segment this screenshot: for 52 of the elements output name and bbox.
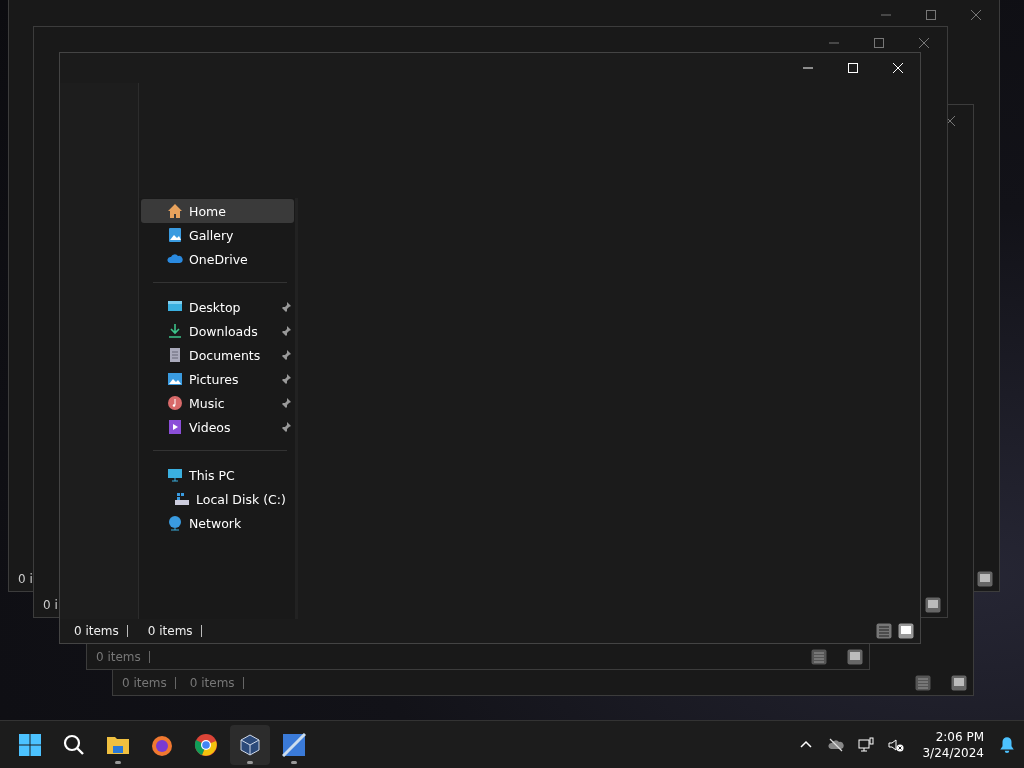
status-text: 0 items	[122, 677, 176, 689]
tiles-view-icon[interactable]	[977, 571, 993, 587]
details-view-icon[interactable]	[876, 623, 892, 639]
pc-icon	[167, 467, 183, 483]
status-text: 0 items	[96, 651, 150, 663]
cloud-off-icon[interactable]	[828, 736, 845, 753]
status-text: 0 items	[189, 677, 244, 689]
nav-item[interactable]: OneDrive	[141, 247, 294, 271]
gallery-icon	[167, 227, 183, 243]
pin-icon	[281, 350, 291, 360]
download-icon	[167, 323, 183, 339]
disk-icon	[174, 491, 190, 507]
nav-item[interactable]: Gallery	[141, 223, 294, 247]
details-view-icon[interactable]	[811, 649, 827, 665]
nav-item[interactable]: Network	[141, 511, 294, 535]
pics-icon	[167, 371, 183, 387]
nav-item[interactable]: Music	[141, 391, 294, 415]
video-icon	[167, 419, 183, 435]
nav-item[interactable]: Pictures	[141, 367, 294, 391]
pin-icon	[281, 302, 291, 312]
clock[interactable]: 2:06 PM 3/24/2024	[918, 728, 988, 761]
music-icon	[167, 395, 183, 411]
muted-speaker-icon[interactable]	[888, 736, 905, 753]
tiles-view-icon[interactable]	[898, 623, 914, 639]
doc-icon	[167, 347, 183, 363]
search-icon	[62, 732, 86, 757]
nav-item[interactable]: This PC	[141, 463, 294, 487]
nav-item[interactable]: Downloads	[141, 319, 294, 343]
details-view-icon[interactable]	[915, 675, 931, 691]
pin-icon	[281, 398, 291, 408]
network-icon[interactable]	[858, 736, 875, 753]
tiles-view-icon[interactable]	[951, 675, 967, 691]
nav-item[interactable]: Home	[141, 199, 294, 223]
taskbar-button[interactable]	[230, 724, 270, 765]
pin-icon	[281, 326, 291, 336]
nav-item[interactable]: Documents	[141, 343, 294, 367]
tiles-view-icon[interactable]	[847, 649, 863, 665]
status-text: 0 items	[74, 625, 128, 637]
nav-item[interactable]: Videos	[141, 415, 294, 439]
browser-icon	[194, 732, 218, 757]
pin-icon	[281, 374, 291, 384]
status-text: 0 items	[147, 625, 202, 637]
nav-item[interactable]: Desktop	[141, 295, 294, 319]
net-icon	[167, 515, 183, 531]
nav-item[interactable]: Local Disk (C:)	[141, 487, 294, 511]
start-icon	[18, 732, 42, 757]
tiles-view-icon[interactable]	[925, 597, 941, 613]
cube-icon	[238, 732, 262, 757]
pin-icon	[281, 422, 291, 432]
app-icon	[282, 732, 306, 757]
bell-icon[interactable]	[998, 735, 1016, 754]
home-icon	[167, 203, 183, 219]
